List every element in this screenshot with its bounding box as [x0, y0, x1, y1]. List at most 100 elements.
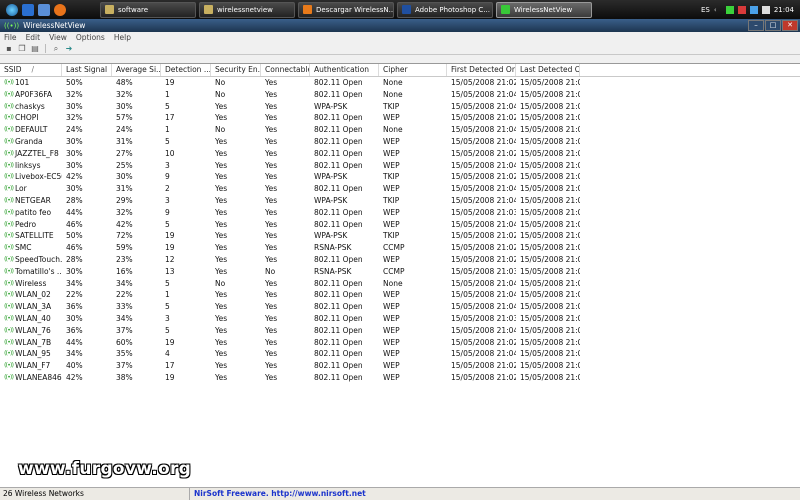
cell-text: Yes	[265, 254, 278, 264]
table-cell: Yes	[211, 348, 261, 360]
table-row[interactable]: ((•)) SMC 46% 59% 19 Yes Yes RSNA-PSK CCMP 15/05/…	[0, 242, 800, 254]
column-header-cell[interactable]: Last Detected On	[516, 64, 580, 76]
menu-options[interactable]: Options	[76, 33, 105, 42]
table-row[interactable]: ((•)) WLAN_76 36% 37% 5 Yes Yes 802.11 Open WEP 1…	[0, 325, 800, 337]
clock[interactable]: 21:04	[774, 6, 794, 14]
taskbar-button[interactable]: Descargar WirelessN...	[298, 1, 394, 18]
table-row[interactable]: ((•)) WLANEA8464 42% 38% 19 Yes Yes 802.11 Open…	[0, 372, 800, 384]
cell-text: 9	[165, 207, 170, 217]
table-row[interactable]: ((•)) WLAN_F7 40% 37% 17 Yes Yes 802.11 Open WEP…	[0, 360, 800, 372]
start-orb-icon[interactable]	[6, 3, 18, 16]
table-row[interactable]: ((•)) patito feo 44% 32% 9 Yes Yes 802.11 Open W…	[0, 207, 800, 219]
table-cell: 15/05/2008 21:04...	[516, 278, 580, 290]
column-header-cell[interactable]: Connectable	[261, 64, 310, 76]
column-header-cell[interactable]: Security En...	[211, 64, 261, 76]
language-indicator[interactable]: ES	[701, 6, 710, 14]
menu-edit[interactable]: Edit	[26, 33, 41, 42]
taskbar-button[interactable]: software	[100, 1, 196, 18]
nirsoft-link[interactable]: NirSoft Freeware. http://www.nirsoft.net	[190, 488, 366, 500]
maximize-button[interactable]: □	[765, 20, 781, 31]
desktop-icon[interactable]	[38, 3, 50, 16]
minimize-button[interactable]: –	[748, 20, 764, 31]
table-cell: Yes	[211, 301, 261, 313]
table-row[interactable]: ((•)) WLAN_02 22% 22% 1 Yes Yes 802.11 Open WEP 1…	[0, 289, 800, 301]
properties-icon[interactable]: ▤	[30, 44, 40, 54]
cell-text: 802.11 Open	[314, 361, 363, 371]
column-header-label: Last Signal	[66, 65, 108, 74]
table-cell: TKIP	[379, 230, 447, 242]
table-cell: 15/05/2008 21:04...	[516, 348, 580, 360]
column-header-cell[interactable]: Average Si...	[112, 64, 161, 76]
find-icon[interactable]: ⌕	[51, 44, 61, 54]
table-row[interactable]: ((•)) linksys 30% 25% 3 Yes Yes 802.11 Open WEP 1…	[0, 160, 800, 172]
taskbar-button[interactable]: Adobe Photoshop C...	[397, 1, 493, 18]
exit-icon[interactable]: ➜	[64, 44, 74, 54]
table-cell: 802.11 Open	[310, 325, 379, 337]
cell-text: 34%	[116, 313, 133, 323]
column-header-cell[interactable]: Last Signal	[62, 64, 112, 76]
column-header-cell[interactable]: Detection ...	[161, 64, 211, 76]
table-row[interactable]: ((•)) WLAN_3A 36% 33% 5 Yes Yes 802.11 Open WEP 1…	[0, 301, 800, 313]
table-row[interactable]: ((•)) CHOPI 32% 57% 17 Yes Yes 802.11 Open WEP 15…	[0, 112, 800, 124]
table-row[interactable]: ((•)) JAZZTEL_F8 30% 27% 10 Yes Yes 802.11 Open…	[0, 148, 800, 160]
table-row[interactable]: ((•)) Tomatillo's ... 30% 16% 13 Yes No RSNA-PS…	[0, 266, 800, 278]
table-row[interactable]: ((•)) WLAN_40 30% 34% 3 Yes Yes 802.11 Open WEP 1…	[0, 313, 800, 325]
table-row[interactable]: ((•)) WLAN_95 34% 35% 4 Yes Yes 802.11 Open WEP 1…	[0, 348, 800, 360]
table-row[interactable]: ((•)) DEFAULT 24% 24% 1 No Yes 802.11 Open None 1…	[0, 124, 800, 136]
column-header-cell[interactable]: Cipher	[379, 64, 447, 76]
menu-file[interactable]: File	[4, 33, 17, 42]
cell-text: 15/05/2008 21:02...	[451, 372, 516, 382]
cell-text: Yes	[265, 372, 278, 382]
cell-text: 19	[165, 372, 175, 382]
taskbar-button[interactable]: WirelessNetView	[496, 1, 592, 18]
column-header-cell[interactable]: First Detected On	[447, 64, 516, 76]
menu-help[interactable]: Help	[114, 33, 131, 42]
cell-text: NETGEAR	[14, 195, 51, 205]
table-cell: 15/05/2008 21:04...	[447, 278, 516, 290]
network-icon[interactable]	[725, 5, 734, 14]
table-cell: WPA-PSK	[310, 171, 379, 183]
table-row[interactable]: ((•)) Livebox-EC50 42% 30% 9 Yes Yes WPA-PSK TKI…	[0, 171, 800, 183]
table-row[interactable]: ((•)) SATELLITE 50% 72% 19 Yes Yes WPA-PSK TKIP 1…	[0, 230, 800, 242]
table-cell: 15/05/2008 21:03...	[447, 313, 516, 325]
table-row[interactable]: ((•)) SpeedTouch... 28% 23% 12 Yes Yes 802.11 O…	[0, 254, 800, 266]
title-bar[interactable]: ((•)) WirelessNetView – □ ✕	[0, 19, 800, 32]
taskbar-button[interactable]: wirelessnetview	[199, 1, 295, 18]
messenger-icon[interactable]	[749, 5, 758, 14]
table-row[interactable]: ((•)) 101 50% 48% 19 No Yes 802.11 Open None 15/0…	[0, 77, 800, 89]
cell-text: 17	[165, 113, 175, 123]
table-row[interactable]: ((•)) WLAN_7B 44% 60% 19 Yes Yes 802.11 Open WEP…	[0, 337, 800, 349]
column-header-cell[interactable]: Authentication	[310, 64, 379, 76]
cell-text: 17	[165, 361, 175, 371]
taskbar-button-label: software	[118, 5, 149, 14]
cell-text: Yes	[215, 195, 228, 205]
table-row[interactable]: ((•)) Granda 30% 31% 5 Yes Yes 802.11 Open WEP 15…	[0, 136, 800, 148]
close-button[interactable]: ✕	[782, 20, 798, 31]
table-row[interactable]: ((•)) Lor 30% 31% 2 Yes Yes 802.11 Open WEP 15/05…	[0, 183, 800, 195]
cell-text: 44%	[66, 337, 83, 347]
network-list[interactable]: SSID / Last Signal Average Si... Detection .…	[0, 63, 800, 487]
copy-icon[interactable]: ❐	[17, 44, 27, 54]
table-row[interactable]: ((•)) chaskys 30% 30% 5 Yes Yes WPA-PSK TKIP 15/0…	[0, 101, 800, 113]
cell-text: 30%	[66, 184, 83, 194]
table-cell: 31%	[112, 183, 161, 195]
cell-text: Yes	[265, 148, 278, 158]
table-cell: RSNA-PSK	[310, 266, 379, 278]
table-cell: 57%	[112, 112, 161, 124]
column-header-cell[interactable]: SSID /	[0, 64, 62, 76]
volume-icon[interactable]	[761, 5, 770, 14]
menu-view[interactable]: View	[49, 33, 67, 42]
table-row[interactable]: ((•)) Pedro 46% 42% 5 Yes Yes 802.11 Open WEP 15/…	[0, 219, 800, 231]
table-cell: 27%	[112, 148, 161, 160]
firefox-icon[interactable]	[54, 3, 66, 16]
save-icon[interactable]: ▪	[4, 44, 14, 54]
security-icon[interactable]	[737, 5, 746, 14]
task-app-icon	[204, 5, 213, 14]
table-row[interactable]: ((•)) Wireless 34% 34% 5 No Yes 802.11 Open None…	[0, 278, 800, 290]
chevron-left-icon[interactable]: ‹	[714, 6, 722, 14]
table-row[interactable]: ((•)) AP0F36FA 32% 32% 1 No Yes 802.11 Open None…	[0, 89, 800, 101]
table-cell: Yes	[261, 136, 310, 148]
table-cell: 30%	[112, 101, 161, 113]
ie-icon[interactable]	[22, 3, 34, 16]
table-row[interactable]: ((•)) NETGEAR 28% 29% 3 Yes Yes WPA-PSK TKIP 15/0…	[0, 195, 800, 207]
